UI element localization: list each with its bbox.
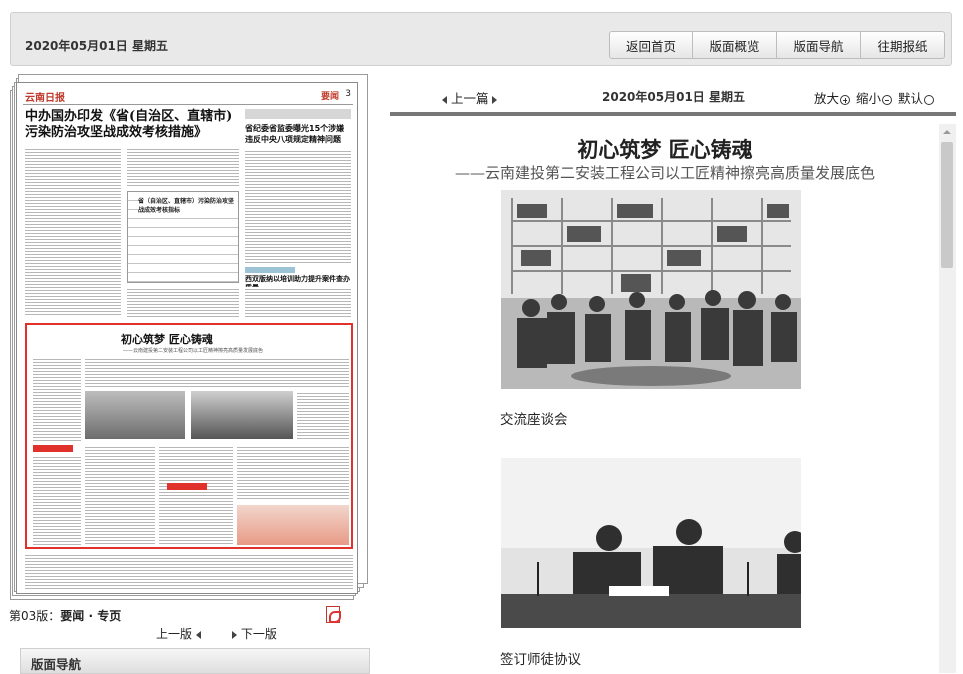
zoom-default-button[interactable]: 默认: [898, 88, 935, 107]
zoom-out-label: 缩小: [856, 91, 882, 106]
thumb-table-title: 省（自治区、直辖市）污染防治攻坚战成效考核指标: [138, 196, 238, 214]
arrow-left-icon: [442, 95, 447, 104]
thumb-band: [245, 109, 351, 119]
thumb-text-block: [25, 553, 353, 589]
thumb-red-subtitle: ——云南建投第二安装工程公司以工匠精神擦亮高质量发展底色: [123, 348, 264, 354]
thumb-text-block: [237, 445, 349, 501]
arrow-right-icon: [492, 95, 498, 104]
thumb-headline-main[interactable]: 中办国办印发《省(自治区、直辖市)污染防治攻坚战成效考核措施》: [25, 109, 235, 141]
thumb-text-block: [33, 455, 81, 545]
top-nav: 返回首页 版面概览 版面导航 往期报纸: [609, 31, 945, 59]
newspaper-logo: 云南日报: [25, 93, 65, 104]
photo-caption-1: 交流座谈会: [500, 412, 568, 428]
thumb-text-block: [245, 287, 351, 317]
article-subtitle: ——云南建投第二安装工程公司以工匠精神擦亮高质量发展底色: [454, 164, 875, 182]
scrollbar-thumb[interactable]: [941, 142, 953, 268]
thumb-red-tag: [167, 483, 207, 490]
thumb-text-block: [297, 391, 349, 441]
home-button[interactable]: 返回首页: [609, 31, 693, 59]
thumb-headline-right[interactable]: 省纪委省监委曝光15个涉嫌违反中央八项规定精神问题: [245, 123, 351, 145]
page-info: 第03版：要闻 · 专页: [9, 607, 121, 624]
article-toolbar: 上一篇 2020年05月01日 星期五 放大 缩小 默认: [390, 86, 955, 108]
signing-photo: [501, 458, 801, 628]
prev-page-link[interactable]: 上一版: [156, 625, 201, 642]
page-nav-button[interactable]: 版面导航: [777, 31, 861, 59]
header-date: 2020年05月01日 星期五: [25, 39, 168, 53]
version-nav-header[interactable]: 版面导航: [20, 648, 370, 674]
thumb-red-tag: [33, 445, 73, 452]
prev-page-label: 上一版: [156, 627, 193, 641]
thumb-text-block: [127, 287, 239, 317]
thumb-photo: [191, 391, 293, 439]
pdf-icon[interactable]: [326, 606, 341, 623]
article-photo[interactable]: [501, 190, 801, 389]
prev-article-label: 上一篇: [450, 91, 489, 106]
zoom-in-label: 放大: [814, 91, 840, 106]
divider: [390, 112, 956, 116]
thumb-text-block: [127, 147, 239, 187]
article-content: 初心筑梦 匠心铸魂 ——云南建投第二安装工程公司以工匠精神擦亮高质量发展底色 交…: [390, 126, 940, 673]
thumb-text-block: [33, 357, 81, 441]
plus-icon: [840, 94, 851, 105]
zoom-default-label: 默认: [898, 91, 924, 106]
photo-caption-2: 签订师徒协议: [500, 652, 581, 668]
zoom-out-button[interactable]: 缩小: [856, 88, 893, 107]
article-date: 2020年05月01日 星期五: [602, 90, 745, 104]
thumb-text-block: [159, 445, 233, 545]
prev-article-link[interactable]: 上一篇: [442, 88, 498, 107]
thumb-band: [245, 267, 295, 273]
version-nav-title: 版面导航: [31, 657, 82, 672]
thumb-section-tag: 要闻: [320, 92, 339, 102]
thumb-text-block: [245, 149, 351, 263]
overview-button[interactable]: 版面概览: [693, 31, 777, 59]
thumb-text-block: [25, 147, 121, 317]
thumb-illustration: [237, 505, 349, 545]
thumb-photo: [85, 391, 185, 439]
article-title: 初心筑梦 匠心铸魂: [577, 137, 753, 162]
page-thumbnail[interactable]: 云南日报 要闻 3 中办国办印发《省(自治区、直辖市)污染防治攻坚战成效考核措施…: [16, 82, 358, 594]
next-page-link[interactable]: 下一版: [232, 625, 277, 642]
arrow-right-icon: [232, 630, 237, 639]
article-photo[interactable]: [501, 458, 801, 628]
thumb-page-number: 3: [345, 89, 351, 99]
next-page-label: 下一版: [240, 627, 277, 641]
top-bar: 2020年05月01日 星期五 返回首页 版面概览 版面导航 往期报纸: [10, 12, 952, 66]
thumb-table: 省（自治区、直辖市）污染防治攻坚战成效考核指标: [127, 191, 239, 283]
thumb-masthead: 云南日报 要闻 3: [23, 89, 353, 105]
thumb-selected-article[interactable]: 初心筑梦 匠心铸魂 ——云南建投第二安装工程公司以工匠精神擦亮高质量发展底色: [25, 323, 353, 549]
zoom-in-button[interactable]: 放大: [814, 88, 851, 107]
article-scrollbar[interactable]: [939, 124, 956, 673]
meeting-photo: [501, 190, 801, 389]
arrow-left-icon: [195, 630, 201, 639]
thumb-text-block: [85, 445, 155, 545]
page-info-prefix: 第03版：: [9, 609, 61, 623]
thumb-text-block: [85, 357, 349, 387]
radio-icon: [924, 94, 935, 105]
scroll-up-icon[interactable]: [943, 130, 951, 134]
minus-icon: [882, 94, 893, 105]
page-info-name: 要闻 · 专页: [60, 609, 122, 623]
archive-button[interactable]: 往期报纸: [861, 31, 945, 59]
thumb-red-title: 初心筑梦 匠心铸魂: [121, 333, 213, 346]
